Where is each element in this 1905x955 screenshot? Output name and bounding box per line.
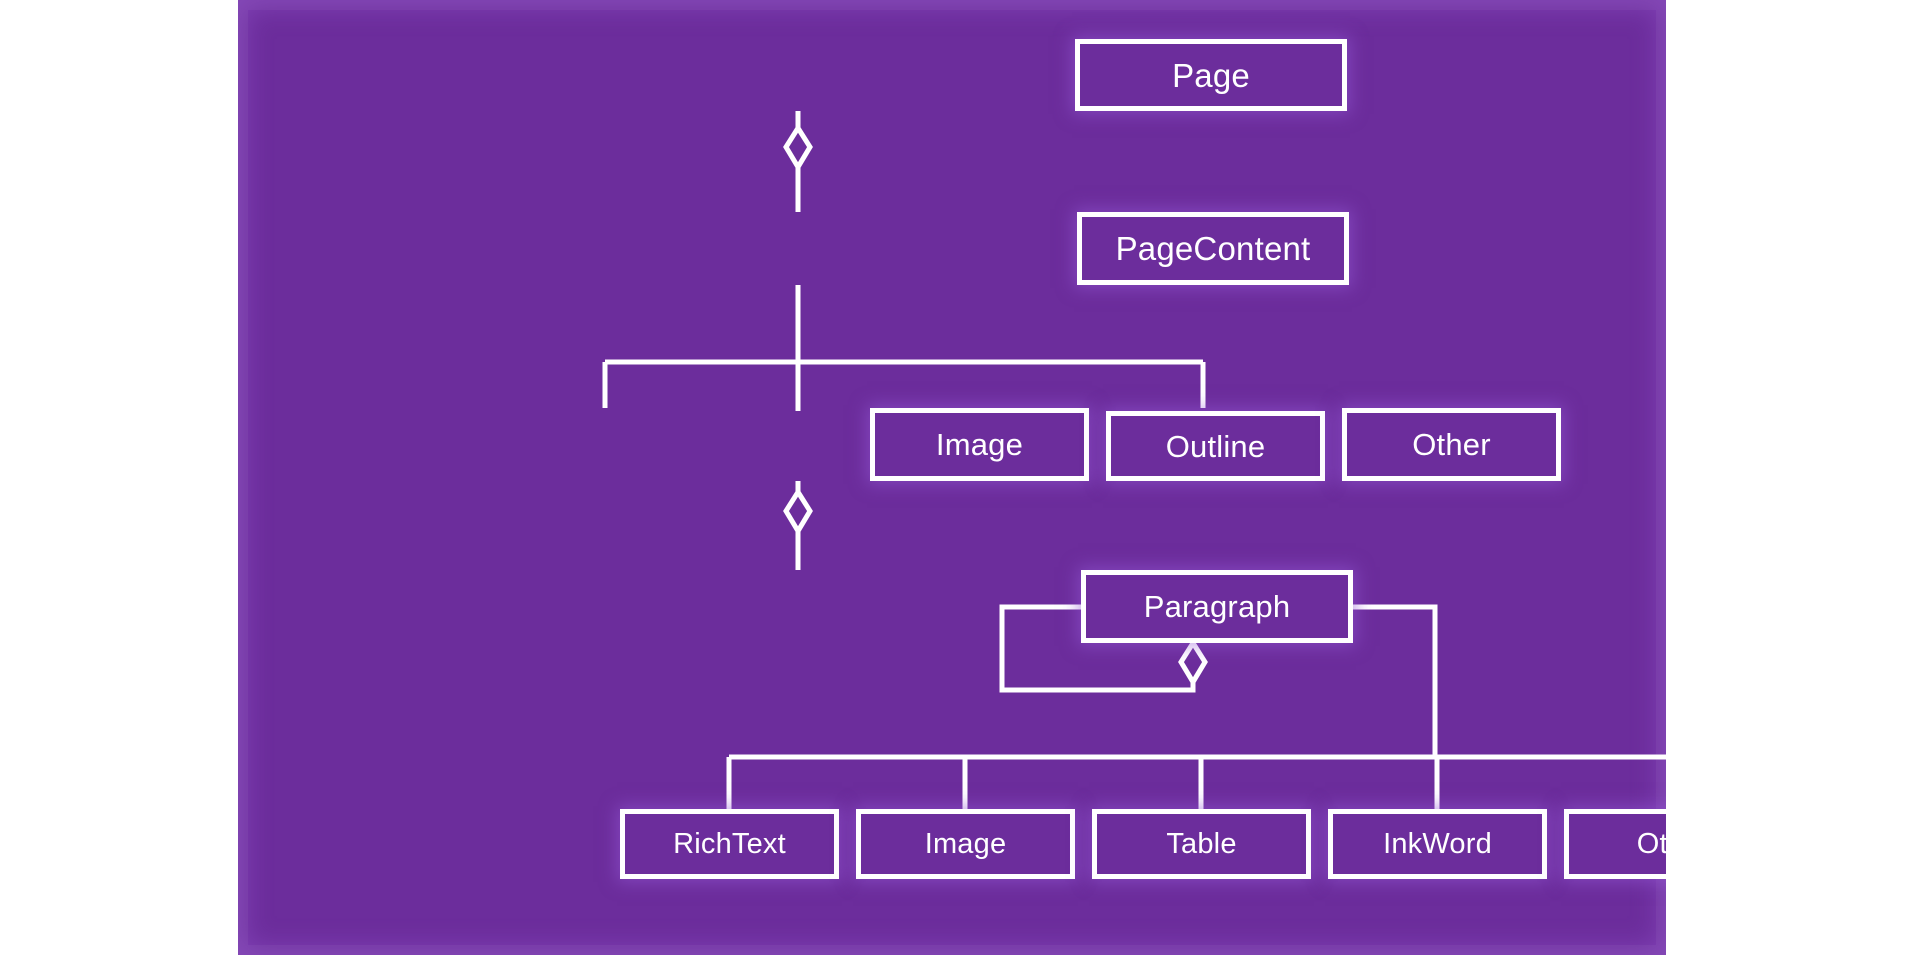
node-outline[interactable]: Outline: [1106, 411, 1325, 481]
aggregation-diamond-outline: [783, 487, 813, 536]
node-other-pagecontent[interactable]: Other: [1342, 408, 1561, 481]
edge-paragraph-to-bottom-bus: [1353, 604, 1438, 757]
node-pagecontent-label: PageContent: [1115, 230, 1311, 267]
node-pagecontent[interactable]: PageContent: [1077, 212, 1349, 285]
aggregation-diamond-paragraph-self: [1178, 638, 1208, 687]
node-paragraph[interactable]: Paragraph: [1081, 570, 1353, 643]
node-page[interactable]: Page: [1075, 39, 1347, 111]
aggregation-diamond-page: [783, 123, 813, 172]
diagram-canvas: Page PageContent Image Outline Other Par…: [0, 0, 1905, 955]
node-other-pagecontent-label: Other: [1412, 427, 1491, 462]
node-outline-label: Outline: [1165, 428, 1266, 464]
node-table[interactable]: Table: [1092, 809, 1311, 879]
node-image-pagecontent[interactable]: Image: [870, 408, 1089, 481]
slide-panel: Page PageContent Image Outline Other Par…: [238, 0, 1666, 955]
node-table-label: Table: [1166, 827, 1237, 860]
node-richtext-label: RichText: [673, 827, 786, 860]
node-other-paragraph[interactable]: Other: [1564, 809, 1666, 879]
node-image-paragraph[interactable]: Image: [856, 809, 1075, 879]
node-paragraph-label: Paragraph: [1143, 589, 1291, 624]
node-richtext[interactable]: RichText: [620, 809, 839, 879]
node-inkword[interactable]: InkWord: [1328, 809, 1547, 879]
node-inkword-label: InkWord: [1383, 827, 1492, 860]
node-image-pagecontent-label: Image: [935, 427, 1024, 462]
node-other-paragraph-label: Other: [1636, 827, 1666, 860]
node-image-paragraph-label: Image: [924, 827, 1007, 860]
node-page-label: Page: [1172, 56, 1250, 94]
